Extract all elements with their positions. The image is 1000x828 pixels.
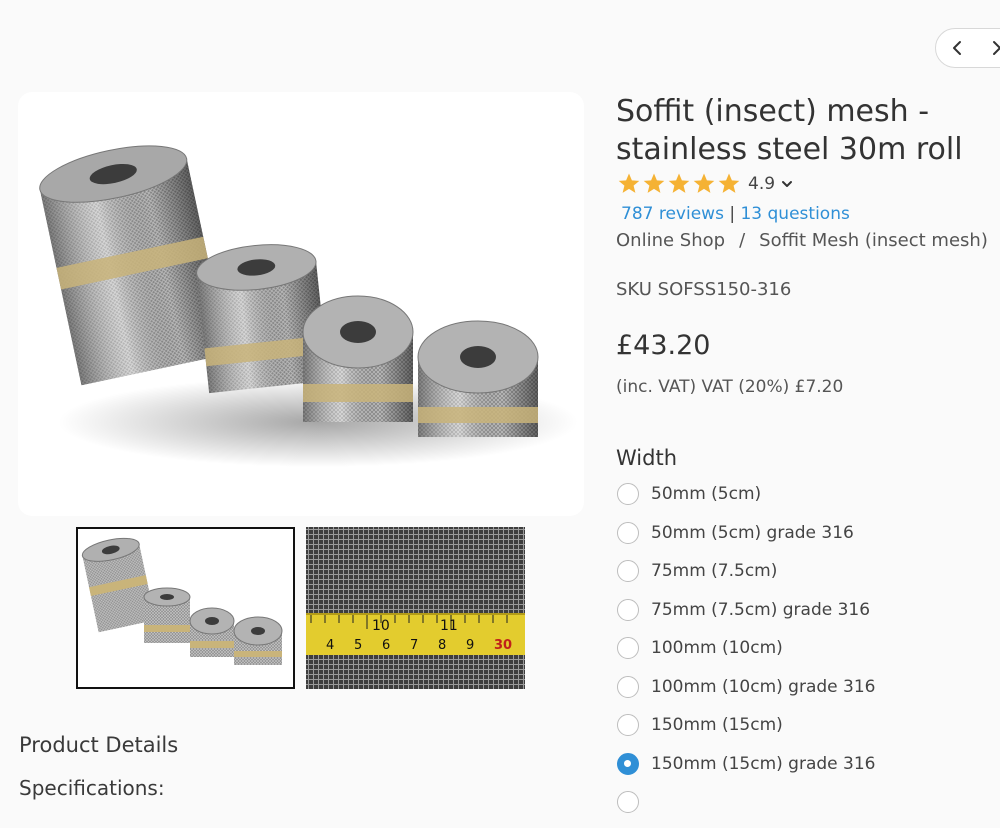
ruler-label: 7 — [410, 638, 418, 653]
width-option-text: 50mm (5cm) — [651, 484, 762, 504]
radio-button[interactable] — [617, 598, 639, 621]
radio-button-selected[interactable] — [617, 752, 639, 775]
review-links: 787 reviews | 13 questions — [621, 204, 850, 224]
width-option[interactable]: 75mm (7.5cm) — [617, 558, 875, 597]
width-option-text: 75mm (7.5cm) grade 316 — [651, 599, 871, 620]
vat-info: (inc. VAT) VAT (20%) £7.20 — [616, 377, 844, 397]
radio-button[interactable] — [617, 791, 639, 813]
width-option-label: Width — [616, 446, 678, 470]
width-option-text: 50mm (5cm) grade 316 — [651, 522, 854, 543]
width-option[interactable]: 100mm (10cm) — [617, 635, 875, 674]
ruler-label: 5 — [354, 638, 362, 653]
rating-breakdown-toggle[interactable] — [781, 175, 793, 194]
ruler-label: 4 — [326, 638, 334, 653]
reviews-link[interactable]: 787 reviews — [621, 204, 724, 224]
product-price: £43.20 — [616, 330, 711, 361]
width-option[interactable]: 50mm (5cm) — [617, 481, 875, 520]
chevron-down-icon — [782, 180, 793, 187]
radio-button[interactable] — [617, 714, 639, 736]
review-links-separator: | — [729, 204, 736, 224]
breadcrumb-soffit-mesh[interactable]: Soffit Mesh (insect mesh) — [759, 230, 988, 251]
ruler-label: 8 — [438, 638, 446, 653]
radio-button[interactable] — [617, 675, 639, 698]
width-options: 50mm (5cm) 50mm (5cm) grade 316 75mm (7.… — [617, 481, 875, 828]
chevron-left-icon — [953, 41, 961, 55]
width-option-text: 100mm (10cm) — [651, 638, 783, 658]
ruler-label: 9 — [466, 638, 474, 653]
width-option[interactable]: 150mm (15cm) — [617, 712, 875, 751]
radio-button[interactable] — [617, 521, 639, 544]
rating-value: 4.9 — [748, 174, 776, 194]
chevron-right-icon — [993, 41, 1000, 55]
radio-button[interactable] — [617, 637, 639, 659]
width-option[interactable]: 50mm (5cm) grade 316 — [617, 520, 875, 559]
breadcrumb: Online Shop / Soffit Mesh (insect mesh) — [616, 230, 988, 251]
specifications-label: Specifications: — [19, 776, 165, 800]
width-option[interactable] — [617, 789, 875, 828]
ruler-label: 30 — [494, 638, 512, 653]
star-icon — [668, 173, 690, 193]
product-pager — [935, 28, 1000, 68]
width-option-text: 150mm (15cm) grade 316 — [651, 753, 876, 774]
width-option-text: 100mm (10cm) grade 316 — [651, 676, 876, 697]
star-icon — [718, 173, 740, 193]
star-icon — [618, 173, 640, 193]
breadcrumb-separator: / — [739, 230, 746, 251]
star-icon — [643, 173, 665, 193]
radio-button[interactable] — [617, 483, 639, 505]
questions-link[interactable]: 13 questions — [740, 204, 849, 224]
ruler-label: 11 — [440, 618, 458, 634]
width-option[interactable]: 150mm (15cm) grade 316 — [617, 751, 875, 790]
rating-stars — [617, 172, 742, 196]
next-product-button[interactable] — [986, 38, 1000, 58]
ruler-label: 10 — [372, 618, 390, 634]
star-icon — [693, 173, 715, 193]
main-product-image[interactable] — [18, 92, 584, 516]
product-title: Soffit (insect) mesh - stainless steel 3… — [616, 94, 963, 167]
breadcrumb-online-shop[interactable]: Online Shop — [616, 230, 725, 251]
width-option-text: 150mm (15cm) — [651, 715, 783, 735]
width-option-text: 75mm (7.5cm) — [651, 561, 778, 581]
product-rating: 4.9 — [617, 170, 793, 198]
width-option[interactable]: 75mm (7.5cm) grade 316 — [617, 597, 875, 636]
radio-button[interactable] — [617, 560, 639, 582]
thumbnail-rolls[interactable] — [76, 527, 295, 689]
width-option[interactable]: 100mm (10cm) grade 316 — [617, 674, 875, 713]
previous-product-button[interactable] — [948, 38, 968, 58]
product-details-heading: Product Details — [19, 733, 179, 757]
ruler-label: 6 — [382, 638, 390, 653]
product-sku: SKU SOFSS150-316 — [616, 279, 792, 300]
thumbnail-mesh-ruler[interactable]: 10 11 4 5 6 7 8 9 30 — [306, 527, 525, 689]
